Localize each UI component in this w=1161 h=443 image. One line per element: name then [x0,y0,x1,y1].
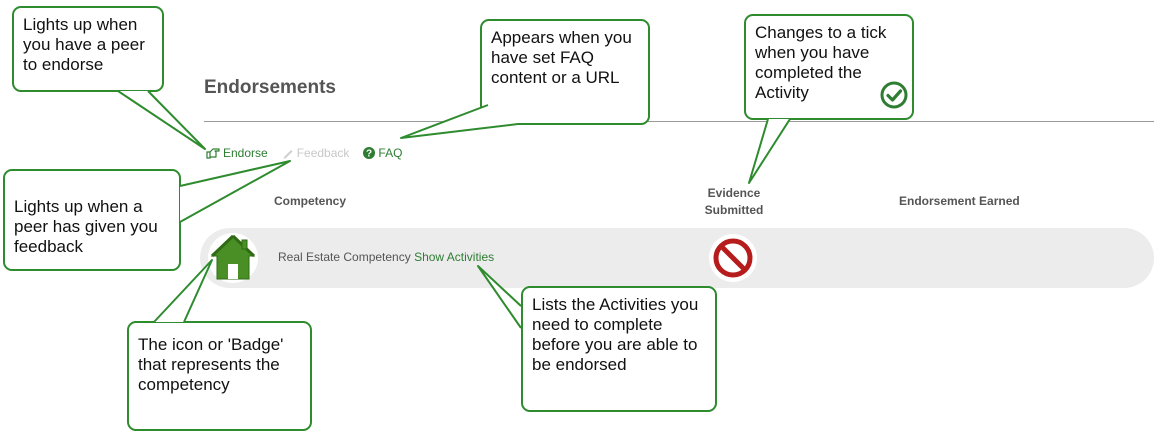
competency-badge [208,233,258,283]
page-title: Endorsements [204,77,336,98]
pointing-hand-icon [206,147,220,159]
evidence-status [709,234,757,282]
column-header-evidence: Evidence Submitted [704,186,764,217]
callout-endorse: Lights up when you have a peer to endors… [12,6,164,92]
callout-badge: The icon or 'Badge' that represents the … [127,321,312,431]
pencil-icon [282,147,294,159]
faq-icon-glyph: ? [366,149,372,160]
action-bar: Endorse Feedback ? FAQ [206,146,416,160]
endorse-label: Endorse [223,146,268,160]
show-activities-link[interactable]: Show Activities [414,250,494,264]
column-header-earned: Endorsement Earned [899,194,1020,208]
faq-label: FAQ [378,146,403,160]
header-divider [204,121,1154,122]
question-circle-icon: ? [363,147,376,160]
feedback-label: Feedback [296,146,350,160]
house-icon [210,234,256,280]
feedback-button[interactable]: Feedback [282,146,350,160]
competency-name: Real Estate Competency [278,250,411,264]
callout-activities: Lists the Activities you need to complet… [521,286,717,412]
faq-button[interactable]: ? FAQ [363,146,402,160]
endorse-button[interactable]: Endorse [206,146,268,160]
no-entry-icon [713,238,753,278]
competency-cell: Real Estate Competency Show Activities [278,250,494,264]
callout-feedback: Lights up when a peer has given you feed… [3,169,181,271]
column-header-competency: Competency [274,194,347,208]
tick-icon [879,80,909,110]
callout-faq: Appears when you have set FAQ content or… [480,19,650,125]
